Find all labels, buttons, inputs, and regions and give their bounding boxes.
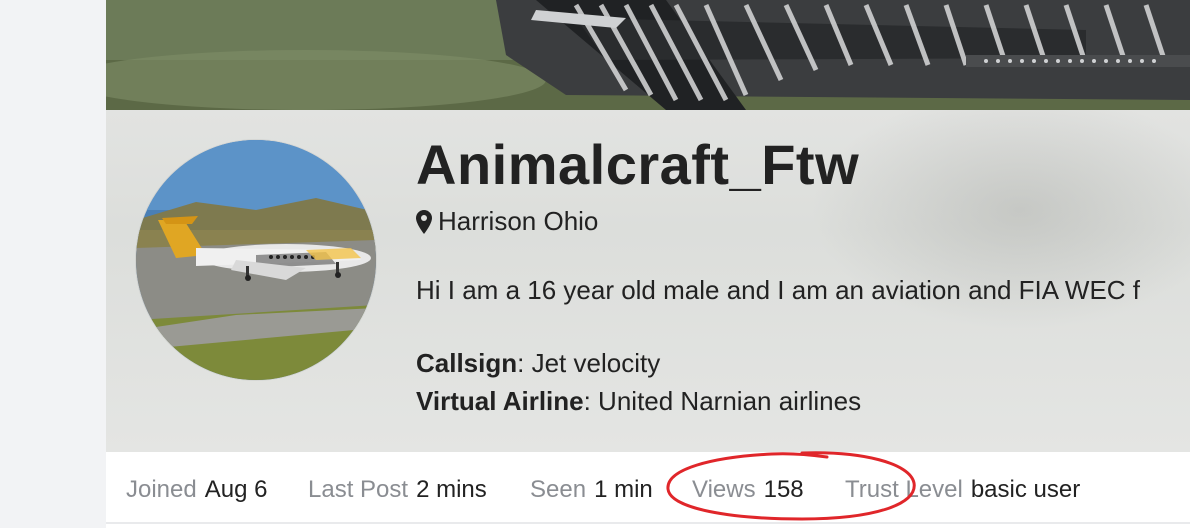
profile-header: Animalcraft_Ftw Harrison Ohio Hi I am a …: [106, 110, 1190, 452]
username: Animalcraft_Ftw: [416, 133, 860, 196]
callsign-field: Callsign: Jet velocity: [416, 348, 660, 379]
user-profile-page: Animalcraft_Ftw Harrison Ohio Hi I am a …: [106, 0, 1190, 528]
stat-label: Views: [692, 476, 756, 503]
stat-value: basic user: [970, 476, 1081, 503]
stat-joined: Joined Aug 6: [126, 476, 267, 504]
stat-value: 1 min: [594, 476, 653, 503]
stat-label: Seen: [530, 476, 587, 503]
stat-value[interactable]: 2 mins: [416, 476, 487, 503]
map-marker-icon: [416, 209, 432, 234]
stat-trust-level: Trust Level basic user: [845, 476, 1080, 504]
stat-label: Joined: [126, 476, 197, 503]
stat-label: Trust Level: [845, 476, 963, 503]
stat-seen: Seen 1 min: [530, 476, 653, 504]
stat-last-post[interactable]: Last Post 2 mins: [308, 476, 487, 504]
stat-value: Aug 6: [204, 476, 268, 503]
callsign-label: Callsign: [416, 348, 518, 378]
virtual-airline-label: Virtual Airline: [416, 386, 584, 416]
stat-label: Last Post: [308, 476, 409, 503]
bio-text: Hi I am a 16 year old male and I am an a…: [416, 275, 1141, 305]
divider: [106, 522, 1190, 524]
profile-stats: Joined Aug 6 Last Post 2 mins Seen 1 min Vi…: [106, 452, 1190, 524]
profile-cover-image: [106, 0, 1190, 110]
location: Harrison Ohio: [416, 206, 598, 237]
stat-value: 158: [763, 476, 804, 503]
virtual-airline-field: Virtual Airline: United Narnian airlines: [416, 386, 861, 417]
virtual-airline-value: : United Narnian airlines: [583, 386, 862, 416]
callsign-value: : Jet velocity: [517, 348, 661, 378]
left-gutter: [0, 0, 106, 528]
avatar[interactable]: [136, 140, 376, 380]
stat-views: Views 158: [692, 476, 804, 504]
location-text: Harrison Ohio: [438, 206, 599, 236]
